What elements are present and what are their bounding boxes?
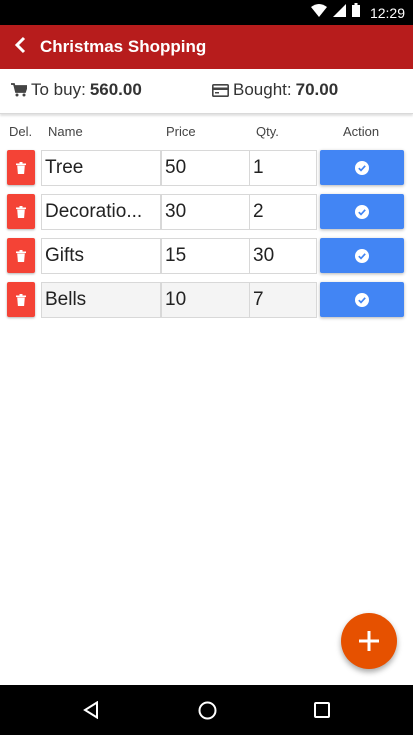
- table-header: Del. Name Price Qty. Action: [0, 118, 413, 144]
- table-row: Bells 10 7: [0, 282, 413, 318]
- wifi-icon: [310, 3, 327, 22]
- add-item-button[interactable]: [341, 613, 397, 669]
- item-price-field[interactable]: 10: [161, 282, 250, 318]
- square-recents-icon: [314, 702, 330, 718]
- check-circle-icon: [355, 204, 369, 219]
- credit-card-icon: [212, 83, 229, 97]
- item-qty-field[interactable]: 30: [249, 238, 317, 274]
- item-price-field[interactable]: 30: [161, 194, 250, 230]
- trash-icon: [16, 161, 26, 174]
- check-circle-icon: [355, 160, 369, 175]
- plus-icon: [359, 631, 379, 651]
- chevron-left-icon: [14, 36, 26, 59]
- item-qty-field[interactable]: 1: [249, 150, 317, 186]
- table-row: Tree 50 1: [0, 150, 413, 186]
- trash-icon: [16, 293, 26, 306]
- app-bar: Christmas Shopping: [0, 25, 413, 69]
- table-row: Decoratio... 30 2: [0, 194, 413, 230]
- status-bar: 12:29: [0, 0, 413, 25]
- item-price-field[interactable]: 15: [161, 238, 250, 274]
- to-buy-summary: To buy: 560.00: [11, 69, 142, 111]
- back-button[interactable]: [0, 25, 40, 69]
- table-row: Gifts 15 30: [0, 238, 413, 274]
- check-circle-icon: [355, 248, 369, 263]
- status-icons: 12:29: [310, 0, 405, 25]
- bought-label: Bought:: [233, 80, 292, 99]
- circle-home-icon: [198, 701, 217, 720]
- item-qty-field[interactable]: 7: [249, 282, 317, 318]
- delete-button[interactable]: [7, 282, 35, 317]
- col-header-qty: Qty.: [256, 124, 279, 139]
- check-circle-icon: [355, 292, 369, 307]
- nav-recents-button[interactable]: [292, 685, 352, 735]
- col-header-del: Del.: [9, 124, 33, 139]
- mark-bought-button[interactable]: [320, 238, 404, 273]
- signal-icon: [332, 3, 346, 22]
- item-name-field[interactable]: Bells: [41, 282, 161, 318]
- status-time: 12:29: [369, 4, 405, 21]
- nav-back-button[interactable]: [61, 685, 121, 735]
- col-header-action: Action: [343, 124, 380, 139]
- trash-icon: [16, 205, 26, 218]
- summary-bar: To buy: 560.00 Bought: 70.00: [0, 69, 413, 114]
- page-title: Christmas Shopping: [40, 37, 207, 56]
- delete-button[interactable]: [7, 194, 35, 229]
- item-qty-field[interactable]: 2: [249, 194, 317, 230]
- delete-button[interactable]: [7, 150, 35, 185]
- mark-bought-button[interactable]: [320, 194, 404, 229]
- col-header-name: Name: [48, 124, 83, 139]
- mark-bought-button[interactable]: [320, 150, 404, 185]
- item-price-field[interactable]: 50: [161, 150, 250, 186]
- col-header-price: Price: [166, 124, 196, 139]
- trash-icon: [16, 249, 26, 262]
- to-buy-value: 560.00: [89, 80, 142, 99]
- battery-icon: [351, 3, 360, 22]
- item-name-field[interactable]: Gifts: [41, 238, 161, 274]
- mark-bought-button[interactable]: [320, 282, 404, 317]
- navigation-bar: [0, 685, 413, 735]
- bought-summary: Bought: 70.00: [212, 69, 338, 111]
- item-name-field[interactable]: Decoratio...: [41, 194, 161, 230]
- bought-value: 70.00: [295, 80, 339, 99]
- nav-home-button[interactable]: [177, 685, 237, 735]
- to-buy-label: To buy:: [31, 80, 86, 99]
- cart-icon: [11, 83, 27, 97]
- item-name-field[interactable]: Tree: [41, 150, 161, 186]
- delete-button[interactable]: [7, 238, 35, 273]
- triangle-back-icon: [83, 701, 99, 719]
